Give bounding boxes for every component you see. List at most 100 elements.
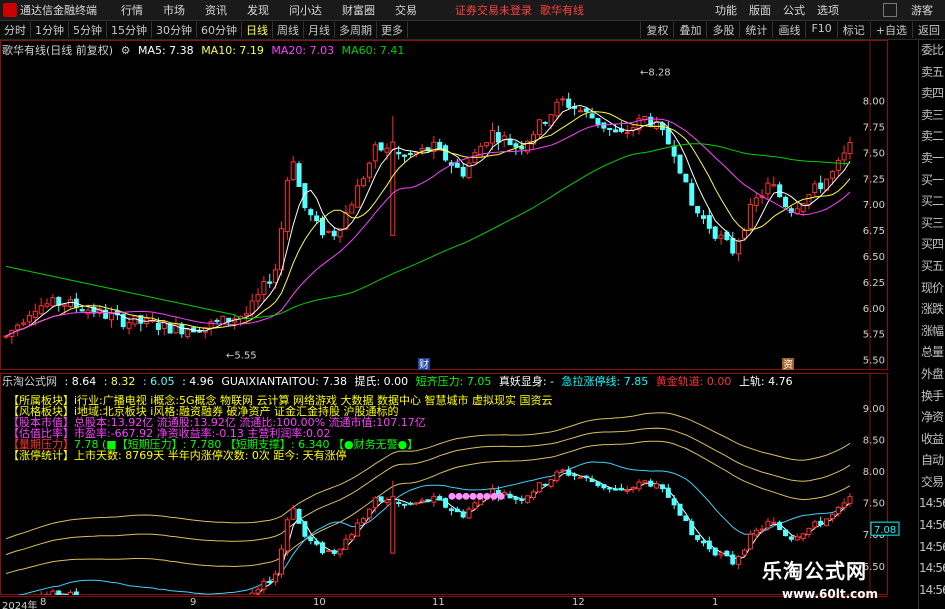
candle-body	[243, 313, 249, 316]
sub-candle-body	[525, 495, 531, 503]
period-toolbar: 分时 1分钟 5分钟 15分钟 30分钟 60分钟 日线 周线 月线 多周期 更…	[0, 21, 945, 40]
side-item[interactable]: 14:56	[919, 515, 945, 537]
side-item[interactable]: 外盘	[919, 364, 945, 386]
period-more[interactable]: 更多	[377, 22, 408, 38]
side-item[interactable]: 买一	[919, 170, 945, 192]
period-60min[interactable]: 60分钟	[197, 22, 242, 38]
period-5min[interactable]: 5分钟	[69, 22, 107, 38]
candle-body	[484, 142, 490, 147]
kline-chart[interactable]: 8.00 7.75 7.50 7.25 7.00 6.75 6.50 6.25 6.00 5.75…	[0, 40, 918, 370]
period-monthly[interactable]: 月线	[304, 22, 335, 38]
side-item[interactable]: 自动	[919, 450, 945, 472]
side-item[interactable]: 委比	[919, 40, 945, 62]
candle-body	[683, 173, 689, 183]
candle-body	[460, 166, 466, 177]
side-item[interactable]: 涨跌	[919, 299, 945, 321]
menu-faxian[interactable]: 发现	[237, 2, 279, 18]
side-item[interactable]: 买四	[919, 234, 945, 256]
menu-hangqing[interactable]: 行情	[111, 2, 153, 18]
tool-fanhui[interactable]: 返回	[912, 22, 945, 38]
window-restore-icon[interactable]	[883, 3, 897, 17]
signal-dot	[483, 492, 491, 500]
side-item[interactable]: 14:56	[919, 580, 945, 602]
side-item[interactable]: 总量	[919, 342, 945, 364]
tool-biaoji[interactable]: 标记	[836, 22, 870, 38]
sub-candle-body	[659, 484, 665, 490]
period-fenshi[interactable]: 分时	[0, 22, 31, 38]
period-daily[interactable]: 日线	[242, 22, 273, 38]
tool-f10[interactable]: F10	[805, 22, 836, 38]
side-item[interactable]: 交易	[919, 472, 945, 494]
main-kline-panel[interactable]: 8.00 7.75 7.50 7.25 7.00 6.75 6.50 6.25 6.00 5.75…	[0, 40, 888, 370]
gear-icon[interactable]: ⚙	[121, 44, 131, 57]
side-item[interactable]: 卖五	[919, 62, 945, 84]
menu-caifuquan[interactable]: 财富圈	[332, 2, 385, 18]
menu-zixun[interactable]: 资讯	[195, 2, 237, 18]
tool-fuquan[interactable]: 复权	[640, 22, 673, 38]
tool-tongji[interactable]: 统计	[739, 22, 772, 38]
sub-candle-body	[742, 549, 747, 556]
date-label: 9	[190, 597, 197, 608]
side-item[interactable]: 收益	[919, 429, 945, 451]
candle-body	[613, 129, 619, 133]
menu-gongneng[interactable]: 功能	[709, 2, 743, 18]
side-item[interactable]: 换手	[919, 386, 945, 408]
side-item[interactable]: 卖二	[919, 126, 945, 148]
indicator-tick-label: 8.00	[863, 467, 885, 478]
side-item[interactable]: 14:56	[919, 493, 945, 515]
ma10-label: MA10: 7.19	[201, 44, 264, 57]
candle-body	[407, 152, 413, 155]
period-multi[interactable]: 多周期	[335, 22, 377, 38]
period-weekly[interactable]: 周线	[273, 22, 304, 38]
side-item[interactable]: 买二	[919, 191, 945, 213]
sub-candle-body	[736, 556, 742, 565]
candle-body	[847, 142, 853, 155]
candle-body	[179, 323, 185, 335]
price-tick-label: 7.25	[863, 174, 885, 185]
sub-candle-body	[554, 471, 560, 481]
login-status[interactable]: 证券交易未登录	[455, 2, 532, 18]
candle-body	[736, 240, 742, 255]
sub-candle-body	[390, 495, 396, 554]
menu-gongshi[interactable]: 公式	[777, 2, 811, 18]
side-item[interactable]: 现价	[919, 278, 945, 300]
tool-diejia[interactable]: 叠加	[673, 22, 706, 38]
side-item[interactable]: 买三	[919, 213, 945, 235]
sub-candle-body	[261, 580, 267, 590]
candle-body	[542, 121, 548, 124]
candle-body	[366, 162, 372, 178]
sub-candle-body	[308, 536, 314, 542]
candle-body	[812, 183, 818, 193]
candle-body	[718, 234, 724, 239]
menu-banmian[interactable]: 版面	[743, 2, 777, 18]
side-item[interactable]: 卖三	[919, 105, 945, 127]
tool-duogu[interactable]: 多股	[706, 22, 739, 38]
sub-candle-body	[730, 554, 736, 565]
menu-jiaoyi[interactable]: 交易	[385, 2, 427, 18]
side-item[interactable]: 14:56	[919, 537, 945, 559]
side-item[interactable]: 卖四	[919, 83, 945, 105]
candle-body	[196, 330, 202, 333]
side-item[interactable]: 卖一	[919, 148, 945, 170]
side-item[interactable]: 净资	[919, 407, 945, 429]
tool-huaxian[interactable]: 画线	[772, 22, 805, 38]
sub-candle-body	[812, 521, 818, 528]
candle-body	[753, 197, 759, 206]
side-item[interactable]: 涨幅	[919, 321, 945, 343]
candle-body	[44, 303, 50, 307]
period-30min[interactable]: 30分钟	[152, 22, 197, 38]
menu-xuanxiang[interactable]: 选项	[811, 2, 845, 18]
sub-candle-body	[454, 508, 460, 513]
side-item[interactable]: 买五	[919, 256, 945, 278]
period-1min[interactable]: 1分钟	[31, 22, 69, 38]
sub-candle-body	[320, 542, 325, 554]
price-tick-label: 6.00	[863, 304, 885, 315]
sub-candle-body	[613, 488, 619, 491]
period-15min[interactable]: 15分钟	[107, 22, 152, 38]
sub-candle-body	[577, 476, 583, 479]
tool-zixuan[interactable]: +自选	[869, 22, 912, 38]
menu-shichang[interactable]: 市场	[153, 2, 195, 18]
side-item[interactable]: 14:56	[919, 558, 945, 580]
guest-login[interactable]: 游客	[911, 2, 933, 18]
menu-wenxiaoda[interactable]: 问小达	[279, 2, 332, 18]
